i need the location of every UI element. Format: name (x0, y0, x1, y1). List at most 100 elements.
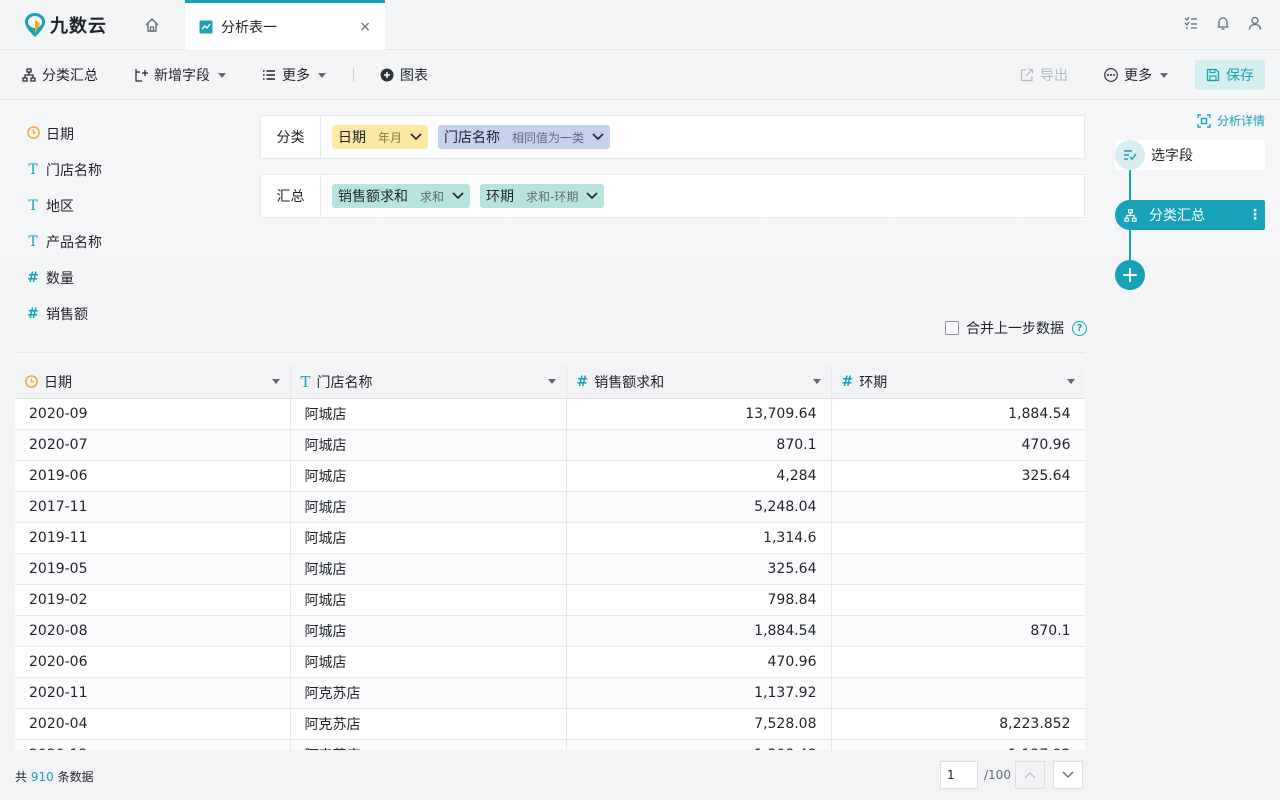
group-chip-date[interactable]: 日期 年月 (332, 125, 429, 149)
flow-node-group-summary[interactable]: 分类汇总 ⋮ (1115, 200, 1265, 230)
chevron-down-icon (1062, 771, 1074, 778)
field-name: 日期 (46, 127, 74, 143)
group-summary-label: 分类汇总 (42, 68, 98, 84)
agg-chip-period[interactable]: 环期 求和-环期 (480, 184, 605, 208)
agg-chip-sales-sum[interactable]: 销售额求和 求和 (332, 184, 471, 208)
sort-caret-icon[interactable] (547, 379, 556, 385)
page-number-input[interactable]: 1 (940, 761, 978, 789)
column-header-label: 环期 (859, 374, 888, 391)
number-type-icon: # (841, 373, 854, 390)
add-step-button[interactable]: + (1115, 260, 1145, 290)
sort-caret-icon[interactable] (1066, 379, 1075, 385)
column-header-label: 门店名称 (316, 374, 373, 391)
group-chip-store[interactable]: 门店名称 相同值为一类 (438, 125, 611, 149)
analysis-detail-label: 分析详情 (1217, 114, 1266, 128)
field-item-region[interactable]: T 地区 (26, 188, 226, 224)
add-field-button[interactable]: 新增字段 (134, 64, 226, 86)
clock-icon (25, 375, 38, 389)
field-list: 日期 T 门店名称 T 地区 T 产品名称 # 数量 # 销售额 (26, 116, 226, 332)
more-dropdown[interactable]: 更多 (262, 64, 326, 86)
field-item-date[interactable]: 日期 (26, 116, 226, 152)
more-right-dropdown[interactable]: 更多 (1104, 64, 1168, 86)
sort-caret-icon[interactable] (271, 379, 280, 385)
cell-date: 2020-06 (15, 646, 291, 678)
chart-label: 图表 (400, 68, 428, 84)
field-item-product[interactable]: T 产品名称 (26, 224, 226, 260)
kebab-menu-icon[interactable]: ⋮ (1245, 207, 1265, 223)
aggregate-row-label: 汇总 (261, 175, 321, 217)
cell-period: 1,884.54 (831, 398, 1085, 430)
group-summary-node-label: 分类汇总 (1149, 208, 1205, 224)
cell-date: 2019-06 (15, 460, 291, 492)
flow-node-select-fields[interactable]: 选字段 (1115, 140, 1265, 170)
text-type-icon: T (28, 198, 38, 214)
column-header-store[interactable]: T 门店名称 (290, 366, 567, 399)
number-type-icon: # (27, 270, 39, 286)
table-row: 2019-06 阿城店 4,284 325.64 (15, 460, 1085, 492)
field-item-quantity[interactable]: # 数量 (26, 260, 226, 296)
cell-period: 1,137.92 (831, 739, 1085, 750)
chart-button[interactable]: 图表 (380, 64, 428, 86)
task-list-icon[interactable] (1182, 14, 1200, 32)
cell-sales-sum: 13,709.64 (566, 398, 832, 430)
cell-period (831, 677, 1085, 709)
cell-sales-sum: 470.96 (566, 646, 832, 678)
chevron-down-icon (452, 192, 464, 200)
cell-sales-sum: 325.64 (566, 553, 832, 585)
cell-store: 阿城店 (290, 522, 567, 554)
cell-store: 阿城店 (290, 584, 567, 616)
column-header-date[interactable]: 日期 (15, 366, 291, 399)
cell-sales-sum: 1,137.92 (566, 677, 832, 709)
save-button[interactable]: 保存 (1195, 60, 1265, 90)
cell-store: 阿城店 (290, 398, 567, 430)
cell-period (831, 522, 1085, 554)
merge-checkbox[interactable] (945, 321, 959, 335)
toolbar: 分类汇总 新增字段 更多 图表 导出 更多 保存 (0, 50, 1280, 100)
home-button[interactable] (136, 12, 168, 38)
user-icon[interactable] (1246, 14, 1264, 32)
cell-period: 870.1 (831, 615, 1085, 647)
select-fields-label: 选字段 (1151, 148, 1193, 164)
tab-analysis-table[interactable]: 分析表一 × (185, 0, 385, 50)
next-page-button[interactable] (1052, 761, 1083, 789)
hierarchy-icon (22, 68, 36, 82)
chevron-down-icon (1160, 72, 1168, 78)
prev-page-button[interactable] (1014, 761, 1045, 789)
group-summary-button[interactable]: 分类汇总 (22, 64, 98, 86)
text-type-icon: T (28, 162, 38, 178)
analysis-table-icon (199, 20, 213, 33)
save-icon (1206, 68, 1220, 82)
group-chips: 日期 年月 门店名称 相同值为一类 (332, 125, 611, 149)
field-item-sales[interactable]: # 销售额 (26, 296, 226, 332)
export-label: 导出 (1040, 68, 1068, 84)
column-header-sales-sum[interactable]: # 销售额求和 (566, 366, 832, 399)
sort-caret-icon[interactable] (812, 379, 821, 385)
column-header-period[interactable]: # 环期 (831, 366, 1085, 399)
export-button[interactable]: 导出 (1020, 64, 1068, 86)
more-right-label: 更多 (1124, 68, 1152, 84)
logo[interactable]: 九数云 (24, 11, 107, 39)
field-name: 数量 (46, 271, 74, 287)
logo-icon (25, 13, 45, 37)
main-area: 日期 T 门店名称 T 地区 T 产品名称 # 数量 # 销售额 分类 日期 年… (0, 100, 1280, 800)
analysis-detail-link[interactable]: 分析详情 (1197, 112, 1265, 129)
chevron-down-icon (318, 72, 326, 78)
field-item-store[interactable]: T 门店名称 (26, 152, 226, 188)
toolbar-divider (353, 68, 354, 82)
list-icon (263, 70, 275, 80)
table-row: 2020-11 阿克苏店 1,137.92 (15, 677, 1085, 709)
result-table[interactable]: 日期 T 门店名称 # 销售额求和 # 环期 2020-09 阿城店 13,70… (15, 366, 1085, 750)
chip-sub: 年月 (378, 130, 403, 145)
merge-previous-option: 合并上一步数据 ? (945, 318, 1087, 338)
tab-close-icon[interactable]: × (359, 19, 371, 35)
table-row: 2019-11 阿城店 1,314.6 (15, 522, 1085, 554)
help-icon[interactable]: ? (1072, 320, 1087, 336)
cell-store: 阿城店 (290, 460, 567, 492)
bell-icon[interactable] (1214, 14, 1232, 32)
field-name: 地区 (46, 199, 74, 215)
table-header-row: 日期 T 门店名称 # 销售额求和 # 环期 (15, 366, 1085, 399)
aggregate-chips: 销售额求和 求和 环期 求和-环期 (332, 184, 605, 208)
chip-name: 日期 (338, 130, 366, 146)
hierarchy-icon (1115, 208, 1145, 222)
merge-label: 合并上一步数据 (966, 321, 1064, 337)
